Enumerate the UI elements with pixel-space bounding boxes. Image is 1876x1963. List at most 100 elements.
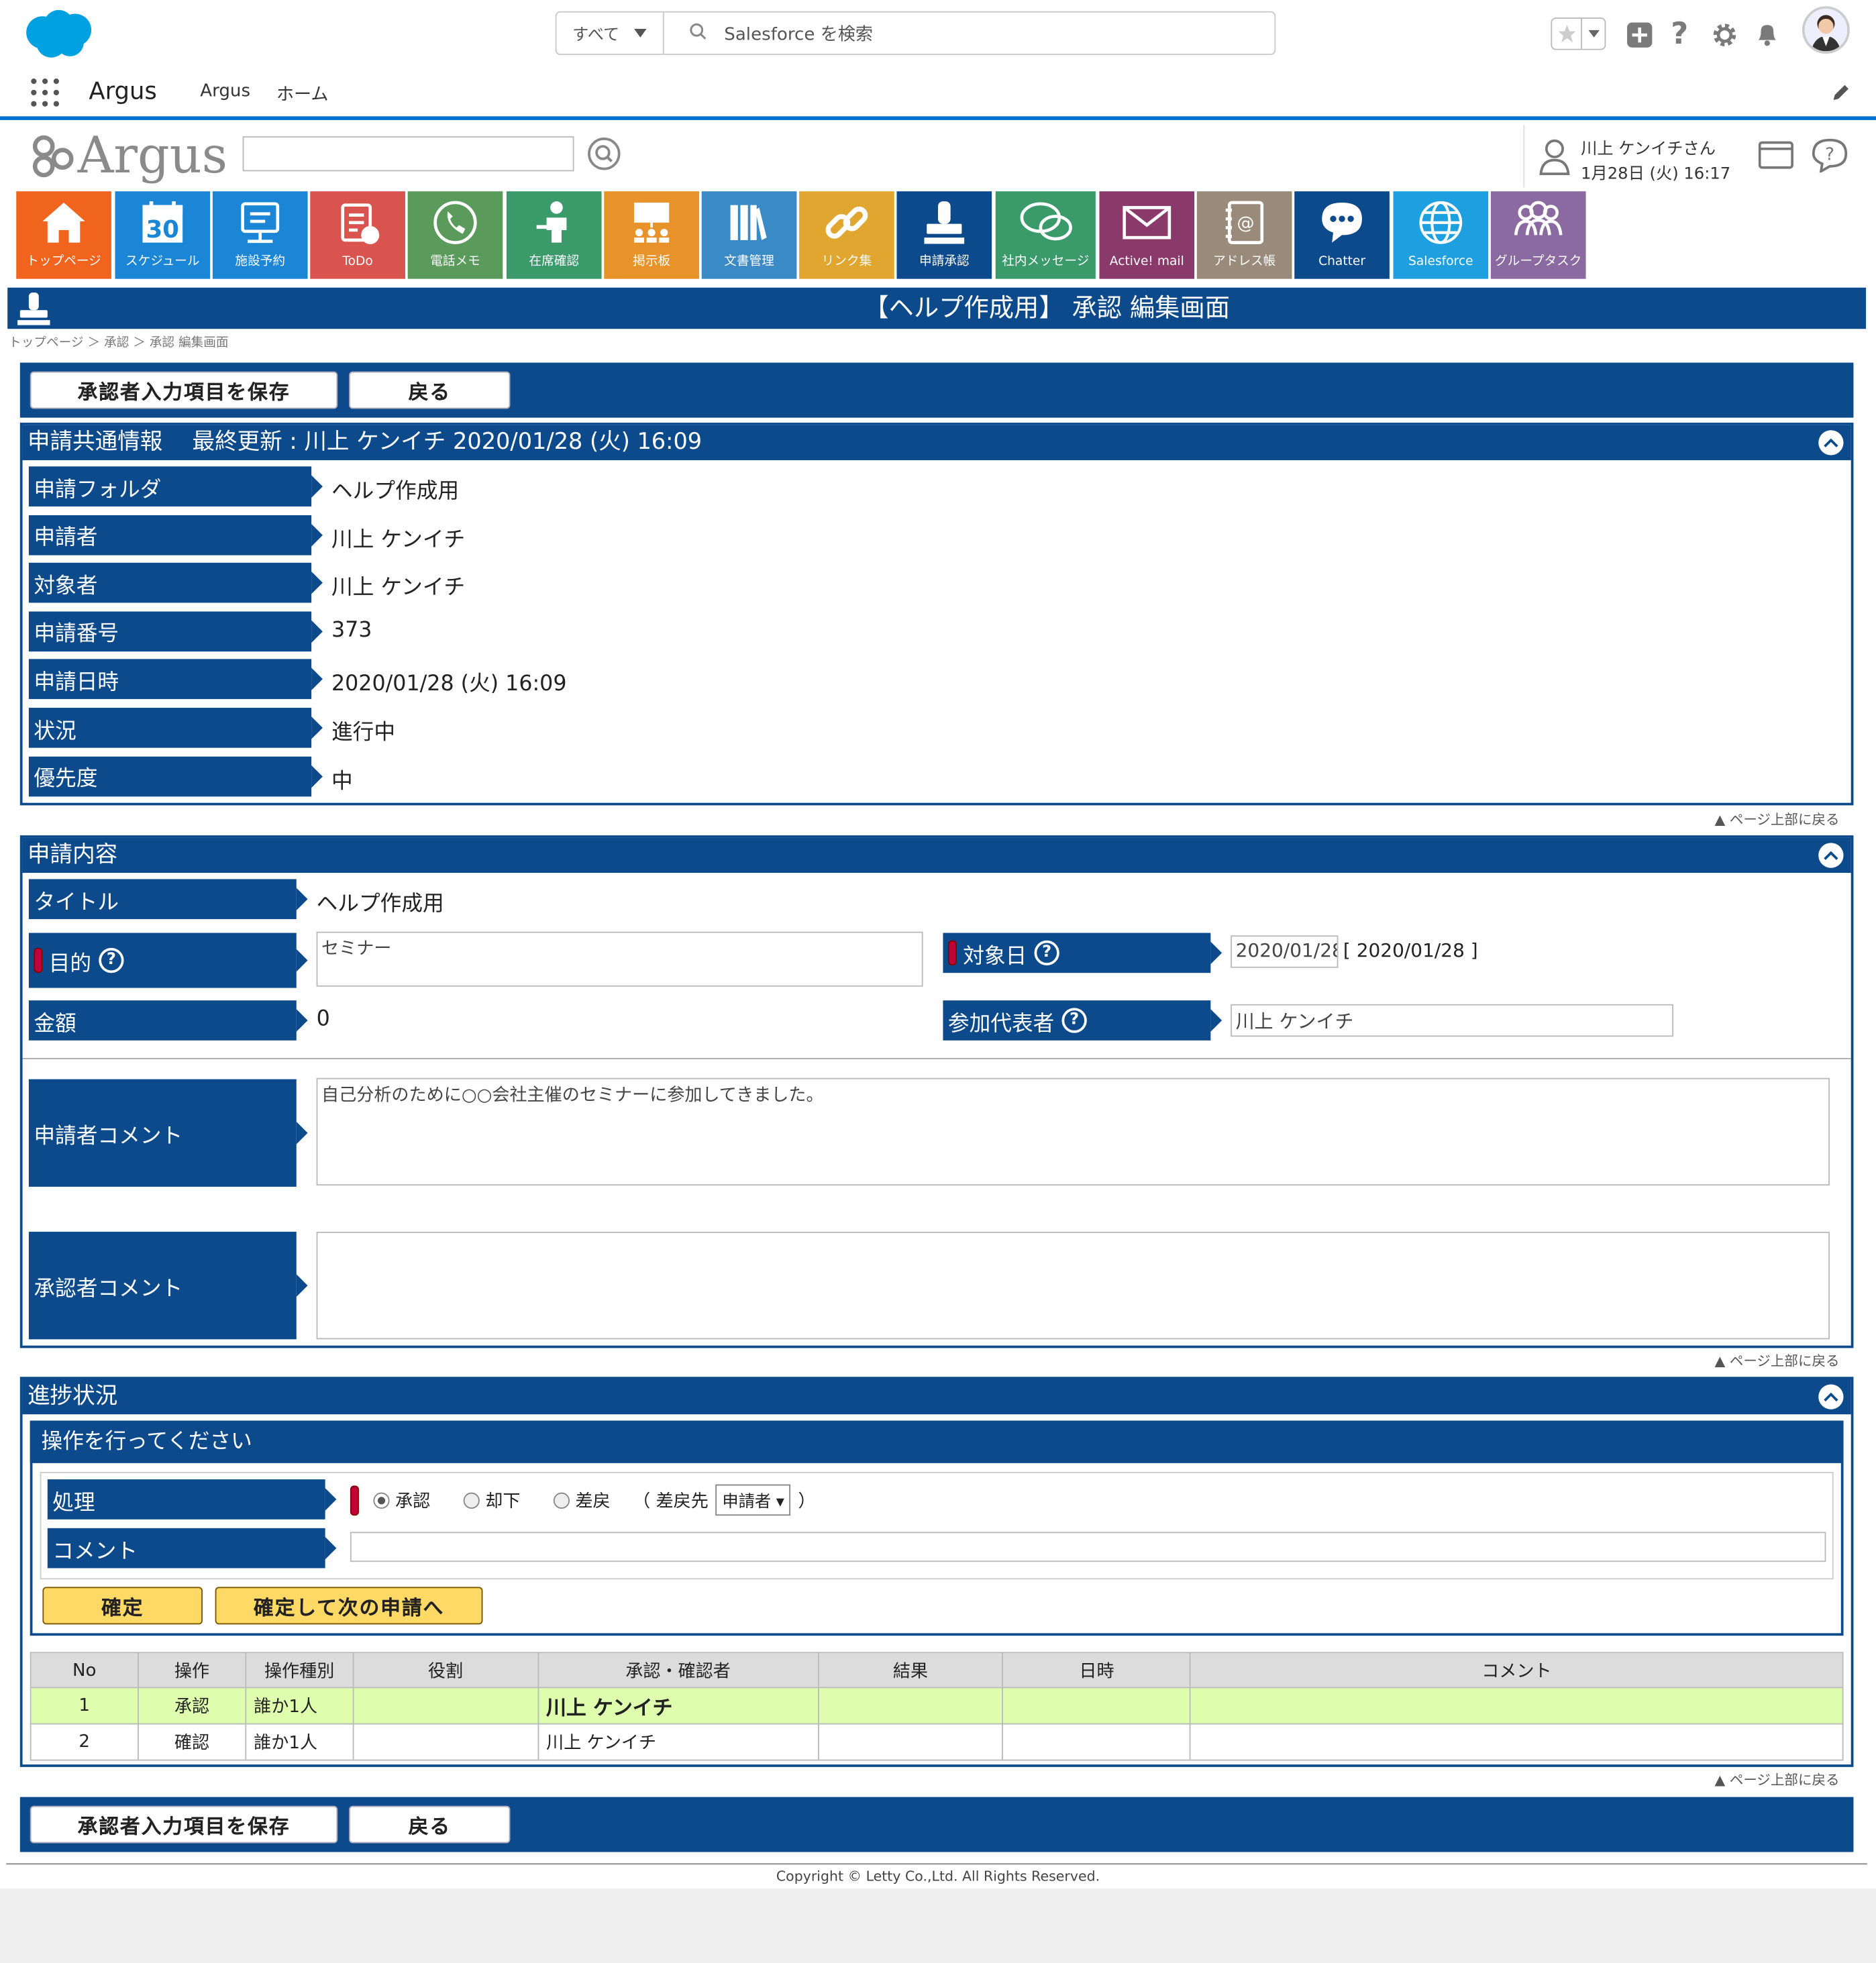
chevron-down-icon[interactable]	[1582, 19, 1605, 49]
confirm-next-button[interactable]: 確定して次の申請へ	[215, 1587, 483, 1625]
page-top-link[interactable]: ▲ ページ上部に戻る	[1715, 1350, 1840, 1371]
tile-mail[interactable]: Active! mail	[1099, 191, 1195, 279]
help-circle-icon[interactable]: ?	[1034, 940, 1059, 966]
collapse-icon[interactable]	[1818, 430, 1844, 456]
back-button[interactable]: 戻る	[349, 371, 511, 409]
globe-icon	[1416, 191, 1466, 254]
tile-facility[interactable]: 施設予約	[212, 191, 308, 279]
search-input[interactable]: Salesforce を検索	[664, 21, 1275, 46]
tile-address-book[interactable]: @ アドレス帳	[1196, 191, 1292, 279]
save-approver-fields-button[interactable]: 承認者入力項目を保存	[30, 371, 338, 409]
nav-tab-home[interactable]: ホーム	[276, 81, 329, 106]
salesforce-logo-icon[interactable]	[20, 7, 98, 60]
collapse-icon[interactable]	[1818, 1384, 1844, 1410]
search-scope-select[interactable]: すべて	[556, 12, 664, 54]
header-divider	[0, 116, 1876, 120]
back-button[interactable]: 戻る	[349, 1805, 511, 1844]
common-value: 川上 ケンイチ	[331, 575, 466, 601]
tile-globe[interactable]: Salesforce	[1393, 191, 1489, 279]
tile-todo[interactable]: ToDo	[310, 191, 405, 279]
tile-presence[interactable]: 在席確認	[506, 191, 602, 279]
request-content-heading: 申請内容	[22, 837, 1851, 873]
top-button-bar: 承認者入力項目を保存 戻る	[19, 362, 1854, 418]
calendar-icon: 30	[138, 191, 188, 254]
tile-home[interactable]: トップページ	[16, 191, 111, 279]
nav-tab-argus[interactable]: Argus	[200, 81, 250, 101]
history-cell	[352, 1723, 539, 1761]
confirm-button[interactable]: 確定	[42, 1587, 203, 1625]
applicant-comment-label-text: 申請者コメント	[34, 1123, 183, 1149]
user-avatar[interactable]	[1802, 6, 1850, 54]
tile-phone[interactable]: 電話メモ	[407, 191, 503, 279]
notification-bell-icon[interactable]	[1753, 20, 1781, 52]
tile-label: トップページ	[26, 255, 101, 269]
progress-section: 進捗状況 操作を行ってください 処理 承認 却下 差戻 （ 差戻先 申請者 ▾ …	[19, 1377, 1854, 1767]
radio-approve[interactable]: 承認	[372, 1487, 430, 1512]
history-cell: 川上 ケンイチ	[537, 1723, 819, 1761]
presence-icon	[529, 191, 579, 254]
tile-label: 在席確認	[529, 255, 580, 269]
user-icon	[1539, 138, 1571, 180]
tile-calendar[interactable]: 30 スケジュール	[115, 191, 211, 279]
applicant-comment-textarea[interactable]: 自己分析のために○○会社主催のセミナーに参加してきました。	[316, 1077, 1830, 1186]
history-cell: 誰か1人	[245, 1687, 354, 1725]
radio-reject[interactable]: 却下	[463, 1487, 520, 1512]
common-value: 進行中	[331, 720, 396, 745]
help-bubble-icon[interactable]: ?	[1811, 138, 1848, 178]
collapse-icon[interactable]	[1818, 843, 1844, 868]
purpose-input[interactable]: セミナー	[316, 931, 923, 987]
common-label-text: 状況	[34, 718, 76, 744]
edit-pencil-icon[interactable]	[1831, 83, 1851, 107]
tile-label: 電話メモ	[430, 255, 480, 269]
add-icon[interactable]	[1626, 21, 1653, 54]
target-date-label-text: 対象日	[963, 943, 1027, 969]
tile-label: 掲示板	[633, 255, 671, 269]
help-circle-icon[interactable]: ?	[99, 947, 124, 973]
target-date-input[interactable]: 2020/01/28	[1231, 935, 1339, 968]
tile-link[interactable]: リンク集	[799, 191, 894, 279]
return-to-select[interactable]: 申請者 ▾	[716, 1484, 791, 1516]
tile-label: 文書管理	[724, 255, 774, 269]
common-label-text: 申請番号	[34, 621, 119, 647]
help-icon[interactable]: ?	[1671, 16, 1688, 51]
star-icon[interactable]	[1552, 18, 1582, 49]
radio-return[interactable]: 差戻	[553, 1487, 611, 1512]
title-label: タイトル	[28, 879, 308, 920]
tile-group[interactable]: グループタスク	[1490, 191, 1586, 279]
common-label: 優先度	[28, 755, 323, 796]
tile-board[interactable]: 掲示板	[604, 191, 699, 279]
comment-input[interactable]	[350, 1532, 1826, 1562]
argus-logo[interactable]: Argus	[30, 125, 230, 187]
tile-label: リンク集	[821, 255, 872, 269]
argus-search-input[interactable]	[242, 136, 574, 172]
app-launcher-icon[interactable]	[30, 78, 60, 113]
breadcrumb[interactable]: トップページ ＞ 承認 ＞ 承認 編集画面	[9, 331, 229, 350]
table-row: 2 確認 誰か1人 川上 ケンイチ	[30, 1723, 1844, 1761]
history-cell: 川上 ケンイチ	[537, 1687, 819, 1725]
save-approver-fields-button[interactable]: 承認者入力項目を保存	[30, 1805, 338, 1844]
title-value: ヘルプ作成用	[316, 892, 444, 917]
app-name: Argus	[89, 77, 157, 105]
gear-icon[interactable]	[1711, 21, 1738, 54]
page-top-link[interactable]: ▲ ページ上部に戻る	[1715, 1770, 1840, 1790]
common-label-text: 優先度	[34, 766, 98, 792]
approver-comment-textarea[interactable]	[316, 1232, 1830, 1340]
page-top-link[interactable]: ▲ ページ上部に戻る	[1715, 809, 1840, 829]
favorites-button[interactable]	[1551, 17, 1606, 50]
tile-chatter[interactable]: Chatter	[1294, 191, 1390, 279]
footer-divider	[6, 1863, 1867, 1865]
tile-stamp[interactable]: 申請承認	[896, 191, 992, 279]
history-header-cell: No	[30, 1652, 139, 1689]
representative-input[interactable]: 川上 ケンイチ	[1231, 1004, 1674, 1037]
argus-logo-text: Argus	[77, 127, 228, 185]
radio-return-label: 差戻	[575, 1491, 611, 1511]
window-icon[interactable]	[1758, 140, 1793, 175]
approver-comment-label-text: 承認者コメント	[34, 1276, 183, 1302]
search-placeholder: Salesforce を検索	[724, 24, 874, 45]
history-cell: 誰か1人	[245, 1723, 354, 1761]
common-label: 対象者	[28, 563, 323, 603]
tile-document[interactable]: 文書管理	[701, 191, 797, 279]
argus-search-icon[interactable]	[586, 136, 621, 176]
help-circle-icon[interactable]: ?	[1061, 1008, 1087, 1033]
tile-message[interactable]: 社内メッセージ	[995, 191, 1096, 279]
